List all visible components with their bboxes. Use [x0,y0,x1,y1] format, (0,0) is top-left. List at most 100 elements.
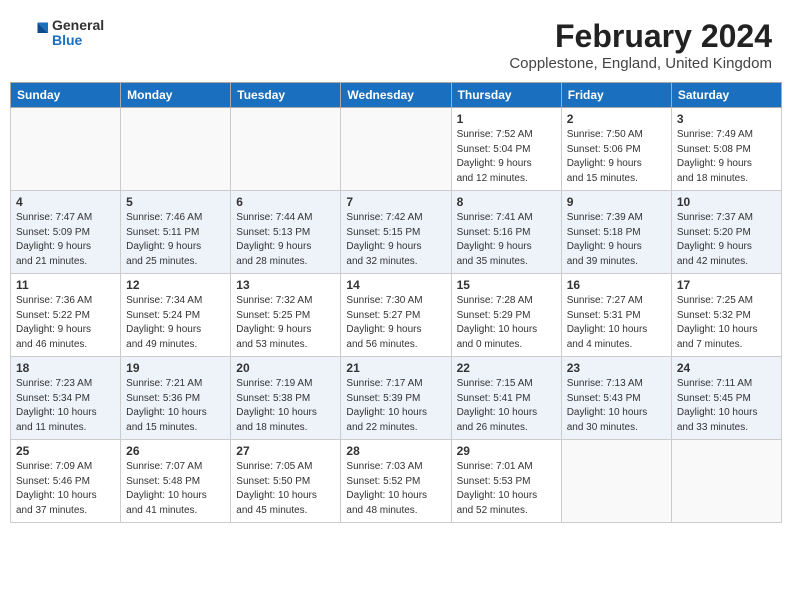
logo-text: General Blue [52,18,104,49]
calendar-cell: 15Sunrise: 7:28 AMSunset: 5:29 PMDayligh… [451,274,561,357]
day-number: 21 [346,361,445,375]
month-year-title: February 2024 [509,18,772,55]
day-number: 10 [677,195,776,209]
day-info: Sunrise: 7:34 AMSunset: 5:24 PMDaylight:… [126,294,225,352]
calendar-cell [11,108,121,191]
day-number: 27 [236,444,335,458]
calendar-cell: 25Sunrise: 7:09 AMSunset: 5:46 PMDayligh… [11,440,121,523]
calendar-cell: 28 Sunrise: 7:03 AMSunset: 5:52 PMDayligh… [341,440,451,523]
calendar-week-4: 18 Sunrise: 7:23 AMSunset: 5:34 PMDayligh… [11,357,782,440]
day-info: Sunrise: 7:07 AMSunset: 5:48 PMDaylight:… [126,460,225,518]
day-number: 19 [126,361,225,375]
day-info: Sunrise: 7:23 AMSunset: 5:34 PMDaylight:… [16,377,115,435]
calendar-cell: 7 Sunrise: 7:42 AMSunset: 5:15 PMDaylight… [341,191,451,274]
calendar-body: 1 Sunrise: 7:52 AMSunset: 5:04 PMDaylight… [11,108,782,523]
calendar-cell: 12 Sunrise: 7:34 AMSunset: 5:24 PMDayligh… [121,274,231,357]
calendar-week-1: 1 Sunrise: 7:52 AMSunset: 5:04 PMDaylight… [11,108,782,191]
calendar-cell: 5 Sunrise: 7:46 AMSunset: 5:11 PMDaylight… [121,191,231,274]
calendar-cell: 18 Sunrise: 7:23 AMSunset: 5:34 PMDayligh… [11,357,121,440]
day-info: Sunrise: 7:50 AMSunset: 5:06 PMDaylight:… [567,128,666,186]
location-subtitle: Copplestone, England, United Kingdom [509,55,772,72]
calendar-cell: 8 Sunrise: 7:41 AMSunset: 5:16 PMDaylight… [451,191,561,274]
day-info: Sunrise: 7:19 AMSunset: 5:38 PMDaylight:… [236,377,335,435]
day-number: 26 [126,444,225,458]
calendar-cell [231,108,341,191]
day-info: Sunrise: 7:47 AMSunset: 5:09 PMDaylight:… [16,211,115,269]
calendar-cell [561,440,671,523]
logo-blue-text: Blue [52,33,104,48]
calendar-table: SundayMondayTuesdayWednesdayThursdayFrid… [10,82,782,523]
calendar-cell [671,440,781,523]
calendar-cell: 4 Sunrise: 7:47 AMSunset: 5:09 PMDaylight… [11,191,121,274]
day-info: Sunrise: 7:49 AMSunset: 5:08 PMDaylight:… [677,128,776,186]
calendar-cell: 13Sunrise: 7:32 AMSunset: 5:25 PMDayligh… [231,274,341,357]
day-info: Sunrise: 7:09 AMSunset: 5:46 PMDaylight:… [16,460,115,518]
day-number: 18 [16,361,115,375]
day-number: 14 [346,278,445,292]
day-info: Sunrise: 7:52 AMSunset: 5:04 PMDaylight:… [457,128,556,186]
calendar-cell: 27 Sunrise: 7:05 AMSunset: 5:50 PMDayligh… [231,440,341,523]
header: General Blue February 2024 Copplestone, … [10,10,782,76]
calendar-cell: 17 Sunrise: 7:25 AMSunset: 5:32 PMDayligh… [671,274,781,357]
day-info: Sunrise: 7:15 AMSunset: 5:41 PMDaylight:… [457,377,556,435]
calendar-cell: 9 Sunrise: 7:39 AMSunset: 5:18 PMDaylight… [561,191,671,274]
day-number: 17 [677,278,776,292]
calendar-cell: 16Sunrise: 7:27 AMSunset: 5:31 PMDayligh… [561,274,671,357]
calendar-cell: 14 Sunrise: 7:30 AMSunset: 5:27 PMDayligh… [341,274,451,357]
day-info: Sunrise: 7:05 AMSunset: 5:50 PMDaylight:… [236,460,335,518]
day-header-friday: Friday [561,83,671,108]
day-info: Sunrise: 7:39 AMSunset: 5:18 PMDaylight:… [567,211,666,269]
day-info: Sunrise: 7:42 AMSunset: 5:15 PMDaylight:… [346,211,445,269]
calendar-cell: 29Sunrise: 7:01 AMSunset: 5:53 PMDayligh… [451,440,561,523]
day-number: 16 [567,278,666,292]
day-info: Sunrise: 7:01 AMSunset: 5:53 PMDaylight:… [457,460,556,518]
day-number: 4 [16,195,115,209]
day-info: Sunrise: 7:30 AMSunset: 5:27 PMDaylight:… [346,294,445,352]
logo: General Blue [20,18,104,49]
day-header-saturday: Saturday [671,83,781,108]
day-number: 8 [457,195,556,209]
calendar-week-2: 4 Sunrise: 7:47 AMSunset: 5:09 PMDaylight… [11,191,782,274]
day-number: 13 [236,278,335,292]
day-info: Sunrise: 7:13 AMSunset: 5:43 PMDaylight:… [567,377,666,435]
day-info: Sunrise: 7:37 AMSunset: 5:20 PMDaylight:… [677,211,776,269]
day-info: Sunrise: 7:11 AMSunset: 5:45 PMDaylight:… [677,377,776,435]
day-info: Sunrise: 7:36 AMSunset: 5:22 PMDaylight:… [16,294,115,352]
days-of-week-row: SundayMondayTuesdayWednesdayThursdayFrid… [11,83,782,108]
calendar-cell: 10 Sunrise: 7:37 AMSunset: 5:20 PMDayligh… [671,191,781,274]
day-number: 9 [567,195,666,209]
calendar-cell [341,108,451,191]
day-header-thursday: Thursday [451,83,561,108]
calendar-cell: 3Sunrise: 7:49 AMSunset: 5:08 PMDaylight… [671,108,781,191]
day-number: 23 [567,361,666,375]
day-header-wednesday: Wednesday [341,83,451,108]
day-number: 7 [346,195,445,209]
day-info: Sunrise: 7:44 AMSunset: 5:13 PMDaylight:… [236,211,335,269]
logo-general-text: General [52,18,104,33]
logo-icon [20,19,48,47]
calendar-cell: 21 Sunrise: 7:17 AMSunset: 5:39 PMDayligh… [341,357,451,440]
day-info: Sunrise: 7:25 AMSunset: 5:32 PMDaylight:… [677,294,776,352]
calendar-cell: 11Sunrise: 7:36 AMSunset: 5:22 PMDayligh… [11,274,121,357]
day-number: 2 [567,112,666,126]
day-header-sunday: Sunday [11,83,121,108]
calendar-cell: 6Sunrise: 7:44 AMSunset: 5:13 PMDaylight… [231,191,341,274]
calendar-cell [121,108,231,191]
day-info: Sunrise: 7:03 AMSunset: 5:52 PMDaylight:… [346,460,445,518]
day-number: 12 [126,278,225,292]
day-header-tuesday: Tuesday [231,83,341,108]
day-number: 28 [346,444,445,458]
day-number: 20 [236,361,335,375]
day-info: Sunrise: 7:46 AMSunset: 5:11 PMDaylight:… [126,211,225,269]
calendar-cell: 24Sunrise: 7:11 AMSunset: 5:45 PMDayligh… [671,357,781,440]
day-info: Sunrise: 7:17 AMSunset: 5:39 PMDaylight:… [346,377,445,435]
day-number: 1 [457,112,556,126]
day-number: 5 [126,195,225,209]
calendar-cell: 26 Sunrise: 7:07 AMSunset: 5:48 PMDayligh… [121,440,231,523]
day-info: Sunrise: 7:21 AMSunset: 5:36 PMDaylight:… [126,377,225,435]
day-info: Sunrise: 7:28 AMSunset: 5:29 PMDaylight:… [457,294,556,352]
day-info: Sunrise: 7:41 AMSunset: 5:16 PMDaylight:… [457,211,556,269]
calendar-cell: 23 Sunrise: 7:13 AMSunset: 5:43 PMDayligh… [561,357,671,440]
calendar-week-3: 11Sunrise: 7:36 AMSunset: 5:22 PMDayligh… [11,274,782,357]
calendar-cell: 19 Sunrise: 7:21 AMSunset: 5:36 PMDayligh… [121,357,231,440]
